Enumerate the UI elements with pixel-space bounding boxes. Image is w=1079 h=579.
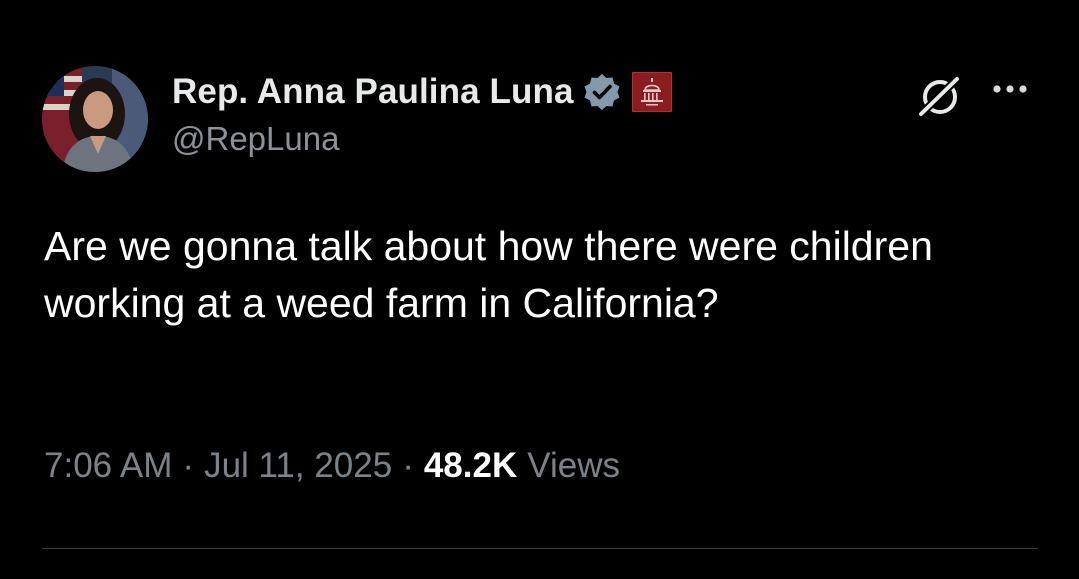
divider (42, 548, 1038, 549)
tweet-time[interactable]: 7:06 AM (44, 446, 172, 486)
government-affiliate-icon[interactable] (630, 71, 673, 113)
more-icon[interactable] (985, 72, 1035, 112)
author-name-row: Rep. Anna Paulina Luna (172, 68, 673, 116)
meta-separator: · (182, 446, 195, 485)
meta-separator: · (402, 446, 414, 485)
grok-icon[interactable] (912, 70, 966, 124)
tweet-detail: Rep. Anna Paulina Luna @RepLuna Are we g… (0, 0, 1079, 579)
views-count[interactable]: 48.2K (424, 446, 517, 486)
author-avatar[interactable] (42, 66, 148, 172)
tweet-text: Are we gonna talk about how there were c… (44, 223, 933, 326)
verified-badge-icon[interactable] (582, 72, 622, 112)
tweet-date[interactable]: Jul 11, 2025 (204, 446, 392, 486)
author-handle[interactable]: @RepLuna (172, 120, 339, 158)
tweet-meta: 7:06 AM · Jul 11, 2025 · 48.2K Views (44, 446, 620, 486)
author-display-name[interactable]: Rep. Anna Paulina Luna (172, 72, 574, 112)
views-label: Views (527, 446, 620, 485)
